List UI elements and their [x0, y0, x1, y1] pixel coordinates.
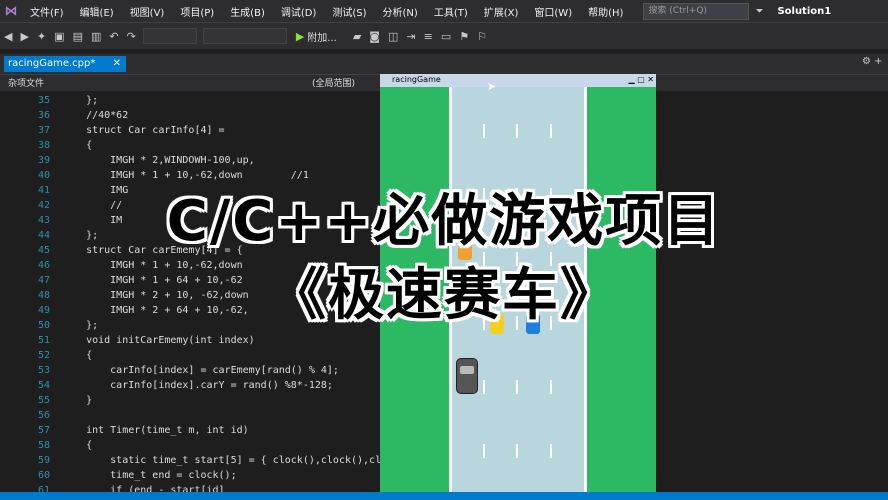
code-line[interactable]: { — [62, 438, 92, 453]
back-icon[interactable]: ◀ — [4, 30, 12, 43]
game-window-titlebar[interactable]: racingGame ▁ ▢ ✕ — [380, 74, 656, 87]
code-line[interactable]: carInfo[index] = carEmemy[rand() % 4]; — [62, 363, 339, 378]
line-number: 38 — [37, 140, 50, 151]
window-controls-icon[interactable]: ▁ ▢ ✕ — [629, 75, 655, 84]
solution-name: Solution1 — [777, 5, 832, 17]
menu-item[interactable]: 视图(V) — [122, 4, 173, 19]
menu-item[interactable]: 生成(B) — [222, 4, 273, 19]
code-line[interactable]: struct Car carInfo[4] = — [62, 123, 224, 138]
tab-racinggame-cpp[interactable]: racingGame.cpp* ✕ — [4, 56, 126, 72]
menu-bar: ⋈ 文件(F) 编辑(E) 视图(V) 项目(P) 生成(B) 调试(D) 测试(S) 分析(… — [0, 0, 888, 22]
filter-icon[interactable]: ⏷ — [755, 6, 763, 17]
comment-icon[interactable]: ▭ — [441, 30, 451, 43]
lane-dash — [516, 124, 518, 138]
menu-item[interactable]: 分析(N) — [375, 4, 426, 19]
overlay-title: C/C++必做游戏项目 — [166, 189, 722, 254]
undo-icon[interactable]: ↶ — [109, 30, 118, 43]
lane-dash — [550, 444, 552, 458]
code-line[interactable]: IMGH * 2,WINDOWH-100,up, — [62, 153, 255, 168]
forward-icon[interactable]: ▶ — [20, 30, 28, 43]
bookmark-icon[interactable]: ⚑ — [459, 30, 469, 43]
save-icon[interactable]: ▤ — [73, 30, 83, 43]
camera-icon[interactable]: ◙ — [369, 30, 380, 43]
toolbar: ◀ ▶ ✦ ▣ ▤ ▥ ↶ ↷ ▶ 附加... ▰ ◙ ◫ ⇥ ≡ ▭ ⚑ ⚐ — [0, 22, 888, 49]
menu-item[interactable]: 帮助(H) — [580, 4, 631, 19]
status-bar — [0, 492, 888, 500]
player-car — [456, 358, 478, 394]
line-number: 55 — [37, 395, 50, 406]
code-line[interactable]: //40*62 — [62, 108, 128, 123]
line-number: 39 — [37, 155, 50, 166]
folder-icon[interactable]: ▰ — [353, 30, 361, 43]
indent-icon[interactable]: ≡ — [424, 30, 433, 43]
layout-icon[interactable]: ◫ — [388, 30, 398, 43]
tab-label: racingGame.cpp* — [8, 58, 96, 69]
search-input[interactable]: 搜索 (Ctrl+Q) — [643, 2, 750, 20]
new-project-icon[interactable]: ✦ — [37, 30, 46, 43]
project-dropdown[interactable]: 杂项文件 — [8, 76, 44, 89]
bookmark-prev-icon[interactable]: ⚐ — [477, 30, 487, 43]
step-icon[interactable]: ⇥ — [406, 30, 415, 43]
mouse-cursor-icon: ➤ — [487, 80, 497, 93]
code-line[interactable]: { — [62, 348, 92, 363]
menu-item[interactable]: 项目(P) — [172, 4, 222, 19]
code-line[interactable]: { — [62, 138, 92, 153]
code-line[interactable]: carInfo[index].carY = rand() %8*-128; — [62, 378, 333, 393]
scope-dropdown[interactable]: (全局范围) — [312, 76, 355, 89]
lane-dash — [550, 380, 552, 394]
lane-dash — [550, 124, 552, 138]
settings-gear-icon[interactable]: ⚙ + — [862, 56, 883, 67]
menu-item[interactable]: 文件(F) — [22, 4, 72, 19]
lane-dash — [483, 380, 485, 394]
lane-dash — [483, 124, 485, 138]
overlay-subtitle: 《极速赛车》 — [270, 263, 618, 328]
game-window-title: racingGame — [392, 75, 441, 84]
code-line[interactable]: } — [62, 393, 92, 408]
line-number: 59 — [37, 455, 50, 466]
open-folder-icon[interactable]: ▣ — [54, 30, 64, 43]
menu-item[interactable]: 扩展(X) — [476, 4, 527, 19]
platform-dropdown[interactable] — [202, 28, 287, 44]
menu-item[interactable]: 窗口(W) — [526, 4, 580, 19]
line-number: 54 — [37, 380, 50, 391]
line-number: 60 — [37, 470, 50, 481]
lane-dash — [516, 380, 518, 394]
configuration-dropdown[interactable] — [142, 28, 197, 44]
redo-icon[interactable]: ↷ — [127, 30, 136, 43]
attach-button[interactable]: 附加... — [307, 29, 337, 44]
menu-item[interactable]: 工具(T) — [426, 4, 476, 19]
code-line[interactable]: }; — [62, 93, 98, 108]
close-icon[interactable]: ✕ — [113, 56, 121, 72]
line-number: 56 — [37, 410, 50, 421]
code-line[interactable]: static time_t start[5] = { clock(),clock… — [62, 453, 381, 468]
line-number: 53 — [37, 365, 50, 376]
save-all-icon[interactable]: ▥ — [91, 30, 101, 43]
menu-item[interactable]: 编辑(E) — [72, 4, 122, 19]
line-number: 37 — [37, 125, 50, 136]
line-number: 52 — [37, 350, 50, 361]
code-line[interactable]: int Timer(time_t m, int id) — [62, 423, 249, 438]
line-number: 58 — [37, 440, 50, 451]
line-number: 57 — [37, 425, 50, 436]
line-number: 51 — [37, 335, 50, 346]
menu-item[interactable]: 调试(D) — [273, 4, 325, 19]
lane-dash — [516, 444, 518, 458]
line-number: 35 — [37, 95, 50, 106]
line-number: 36 — [37, 110, 50, 121]
menu-item[interactable]: 测试(S) — [324, 4, 374, 19]
lane-dash — [483, 444, 485, 458]
code-line[interactable]: void initCarEmemy(int index) — [62, 333, 255, 348]
document-tab-strip: racingGame.cpp* ✕ — [0, 54, 888, 74]
run-icon[interactable]: ▶ — [296, 30, 304, 43]
visual-studio-logo-icon: ⋈ — [4, 3, 18, 19]
code-line[interactable]: time_t end = clock(); — [62, 468, 236, 483]
